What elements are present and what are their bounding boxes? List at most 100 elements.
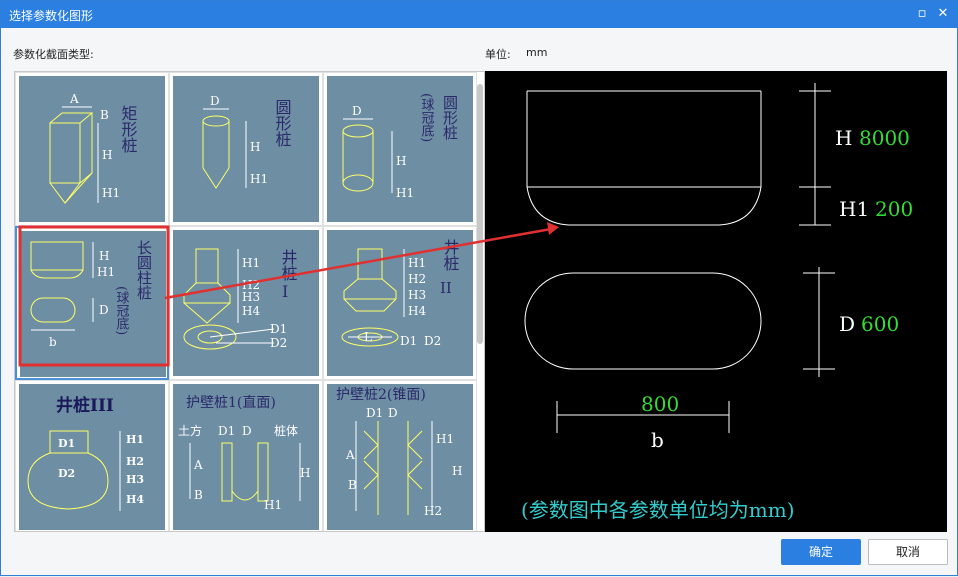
dim-d: D xyxy=(388,406,398,420)
dim-d: D xyxy=(242,424,252,438)
dim-h3: H3 xyxy=(126,473,144,486)
well1-drawing: H1 H2 H3 H4 D1 D2 井桩 I xyxy=(183,248,298,350)
round-cap-drawing: D H H1 圆形桩 (球冠底) xyxy=(342,93,459,200)
shape-title: 长圆柱桩 xyxy=(135,240,153,300)
d-label: D xyxy=(839,312,855,336)
soil-label: 土方 xyxy=(178,423,202,438)
dim-h1: H1 xyxy=(264,498,282,512)
shape-title: 圆形桩 xyxy=(441,95,459,140)
rect-pile-drawing: A B H H1 矩形桩 xyxy=(49,92,138,204)
unit-value: mm xyxy=(526,46,548,59)
dim-h2: H2 xyxy=(424,504,442,518)
unit-label: 单位: xyxy=(485,48,511,61)
dim-d1: D1 xyxy=(366,406,383,420)
well3-drawing: 井桩III D1 D2 H1 H2 H3 H4 xyxy=(27,395,144,511)
dim-h4: H4 xyxy=(408,304,426,318)
shape-title: 矩形桩 xyxy=(119,105,138,153)
b-label: b xyxy=(651,428,664,452)
dim-h: H xyxy=(396,154,406,168)
wall1-drawing: 护壁桩1(直面) 土方 D1 D 桩体 A B H H1 xyxy=(178,394,310,512)
dim-b: b xyxy=(49,335,57,349)
shape-title: 圆形桩 xyxy=(273,99,292,147)
shape-title: 井桩III xyxy=(56,395,114,416)
long-pile-drawing: H H1 D b 长圆柱桩 (球冠底) xyxy=(30,240,153,349)
dim-b: B xyxy=(194,488,203,502)
shape-subtitle: (球冠底) xyxy=(114,286,130,335)
dim-b: B xyxy=(100,108,109,122)
dim-h4: H4 xyxy=(242,304,260,318)
maximize-icon[interactable]: ▫ xyxy=(913,5,931,23)
dim-h: H xyxy=(102,148,112,162)
dim-d: D xyxy=(99,303,109,317)
dim-d2: D2 xyxy=(58,467,75,480)
shape-round-pile[interactable]: D H H1 圆形桩 xyxy=(169,72,323,226)
shape-well-pile-2[interactable]: H1 H2 H3 H4 L D1 D2 井桩 II xyxy=(323,226,477,380)
round-pile-drawing: D H H1 圆形桩 xyxy=(202,94,292,189)
dim-h2: H2 xyxy=(126,455,144,468)
dim-h: H xyxy=(300,466,310,480)
h1-value: 200 xyxy=(875,197,913,221)
dim-h3: H3 xyxy=(408,288,426,302)
shape-title: 护壁桩1(直面) xyxy=(186,394,276,411)
dim-l: L xyxy=(364,330,372,344)
b-value: 800 xyxy=(641,392,679,416)
dim-h1: H1 xyxy=(408,256,426,270)
dim-h1: H1 xyxy=(250,172,268,186)
dim-h: H xyxy=(452,464,462,478)
dim-b: B xyxy=(348,478,357,492)
shape-long-pile[interactable]: H H1 D b 长圆柱桩 (球冠底) xyxy=(15,226,169,380)
dim-h1: H1 xyxy=(242,256,260,270)
shape-subtitle: (球冠底) xyxy=(419,93,435,142)
dim-a: A xyxy=(193,458,203,472)
dim-d1: D1 xyxy=(400,334,417,348)
pile-body-label: 桩体 xyxy=(274,423,298,438)
shape-wall-pile-2[interactable]: 护壁桩2(锥面) D1 D A B H1 H H2 xyxy=(323,380,477,531)
cancel-button[interactable]: 取消 xyxy=(868,539,948,565)
shape-rect-pile[interactable]: A B H H1 矩形桩 xyxy=(15,72,169,226)
well2-drawing: H1 H2 H3 H4 L D1 D2 井桩 II xyxy=(341,239,460,348)
shape-title: 护壁桩2(锥面) xyxy=(336,386,426,403)
dim-d2: D2 xyxy=(424,334,441,348)
dialog-window: 选择参数化图形 ▫ ✕ 参数化截面类型: 单位: mm A B H H1 矩形桩… xyxy=(0,0,958,576)
d-value: 600 xyxy=(861,312,899,336)
dim-h: H xyxy=(250,140,260,154)
dim-d1: D1 xyxy=(218,424,235,438)
dim-h3: H3 xyxy=(242,290,260,304)
shape-well-pile-1[interactable]: H1 H2 H3 H4 D1 D2 井桩 I xyxy=(169,226,323,380)
h-label: H xyxy=(835,126,852,150)
dim-h4: H4 xyxy=(126,493,144,506)
unit-note: (参数图中各参数单位均为mm) xyxy=(521,498,795,522)
dim-h1: H1 xyxy=(97,265,115,279)
gallery-scrollbar[interactable] xyxy=(477,84,483,344)
dim-d1: D1 xyxy=(270,322,287,336)
dim-d: D xyxy=(210,94,220,108)
shape-roman: II xyxy=(440,279,452,297)
close-icon[interactable]: ✕ xyxy=(934,5,952,23)
ok-button[interactable]: 确定 xyxy=(781,539,861,565)
shape-title: 井桩 xyxy=(441,239,460,271)
dim-a: A xyxy=(69,92,79,106)
h1-label: H1 xyxy=(839,197,869,221)
dim-d1: D1 xyxy=(58,437,75,450)
shape-well-pile-3[interactable]: 井桩III D1 D2 H1 H2 H3 H4 xyxy=(15,380,169,531)
preview-panel: H 8000 H1 200 D 600 800 b (参数图中各参数单位均为mm… xyxy=(485,71,947,532)
dim-h1: H1 xyxy=(396,186,414,200)
shape-roman: I xyxy=(282,282,288,301)
shape-wall-pile-1[interactable]: 护壁桩1(直面) 土方 D1 D 桩体 A B H H1 xyxy=(169,380,323,531)
section-type-label: 参数化截面类型: xyxy=(13,48,94,61)
dim-d2: D2 xyxy=(270,336,287,350)
preview-drawing: H 8000 H1 200 D 600 800 b (参数图中各参数单位均为mm… xyxy=(521,83,913,522)
dim-h1: H1 xyxy=(436,432,454,446)
dim-h2: H2 xyxy=(408,272,426,286)
title-bar: 选择参数化图形 ▫ ✕ xyxy=(1,1,957,28)
dim-a: A xyxy=(345,448,355,462)
dim-d: D xyxy=(352,104,362,118)
shape-round-pile-cap[interactable]: D H H1 圆形桩 (球冠底) xyxy=(323,72,477,226)
shape-title: 井桩 xyxy=(279,249,298,281)
window-title: 选择参数化图形 xyxy=(9,9,94,23)
dim-h: H xyxy=(99,249,109,263)
dim-h1: H1 xyxy=(126,433,144,446)
dim-h1: H1 xyxy=(102,186,120,200)
wall2-drawing: 护壁桩2(锥面) D1 D A B H1 H H2 xyxy=(336,386,462,518)
shape-gallery: A B H H1 矩形桩 D H H1 圆形桩 D H H1 圆形桩 (球冠底)… xyxy=(14,71,485,532)
